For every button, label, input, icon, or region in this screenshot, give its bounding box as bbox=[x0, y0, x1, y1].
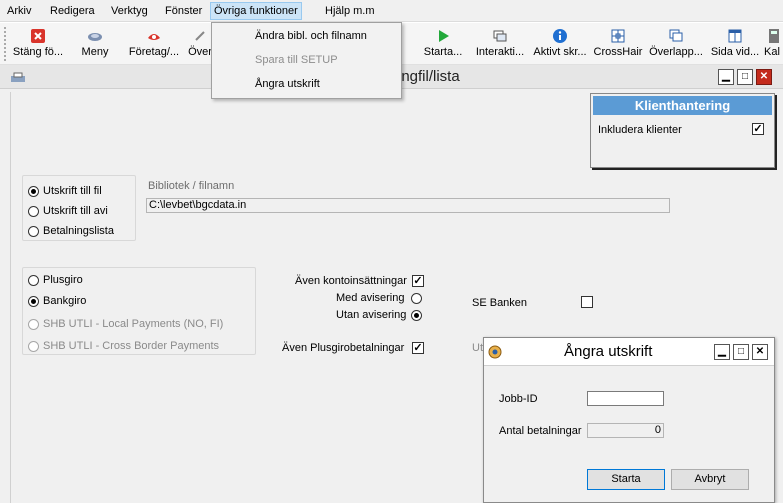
radio-utskrift-avi[interactable]: Utskrift till avi bbox=[28, 203, 108, 219]
checkmark-icon: ✓ bbox=[753, 123, 763, 135]
crosshair-icon bbox=[611, 29, 625, 43]
maximize-icon: □ bbox=[737, 346, 745, 357]
radio-dot bbox=[411, 309, 422, 321]
radio-dot bbox=[28, 205, 39, 217]
info-icon bbox=[553, 29, 567, 43]
konto-checkbox[interactable]: ✓ bbox=[412, 275, 424, 287]
klienthantering-title: Klienthantering bbox=[593, 96, 772, 115]
side-by-side-button[interactable]: Sida vid... bbox=[708, 23, 762, 65]
jobb-id-input[interactable] bbox=[587, 391, 664, 406]
radio-utan-avisering[interactable] bbox=[411, 307, 426, 323]
overview-icon bbox=[195, 31, 205, 41]
calculator-button[interactable]: Kal bbox=[764, 23, 783, 65]
minimize-icon: ▁ bbox=[722, 71, 730, 82]
plusgiro-checkbox[interactable]: ✓ bbox=[412, 342, 424, 354]
radio-dot bbox=[28, 225, 39, 237]
menu-icon bbox=[88, 33, 102, 41]
radio-dot bbox=[28, 295, 39, 307]
menu-hjalp[interactable]: Hjälp m.m bbox=[322, 3, 378, 19]
overview-button[interactable]: Över bbox=[188, 23, 212, 65]
close-button[interactable]: ✕ bbox=[756, 69, 772, 85]
maximize-icon: □ bbox=[741, 71, 749, 82]
printer-icon bbox=[11, 72, 25, 82]
overlap-icon bbox=[669, 29, 683, 42]
radio-dot bbox=[28, 340, 39, 352]
maximize-button[interactable]: □ bbox=[737, 69, 753, 85]
ovriga-funktioner-dropdown: Ändra bibl. och filnamn Spara till SETUP… bbox=[211, 22, 402, 99]
close-red-icon bbox=[31, 29, 45, 43]
se-banken-checkbox[interactable] bbox=[581, 296, 593, 308]
med-avisering-label: Med avisering bbox=[336, 292, 405, 304]
radio-med-avisering[interactable] bbox=[411, 290, 426, 306]
menu-item-andra-bibl[interactable]: Ändra bibl. och filnamn bbox=[213, 25, 400, 47]
start-button[interactable]: Starta... bbox=[418, 23, 468, 65]
include-klienter-label: Inkludera klienter bbox=[598, 124, 682, 136]
utan-avisering-label: Utan avisering bbox=[336, 309, 407, 321]
antal-betalningar-field: 0 bbox=[587, 423, 664, 438]
menu-bar: Arkiv Redigera Verktyg Fönster Övriga fu… bbox=[0, 0, 783, 22]
interactive-button[interactable]: Interakti... bbox=[472, 23, 528, 65]
radio-utskrift-fil[interactable]: Utskrift till fil bbox=[28, 183, 102, 199]
menu-item-spara-setup[interactable]: Spara till SETUP bbox=[213, 49, 400, 71]
main-window-title: ingfil/lista bbox=[398, 68, 460, 85]
app-icon bbox=[488, 345, 502, 359]
menu-fonster[interactable]: Fönster bbox=[162, 3, 205, 19]
dialog-minimize-button[interactable]: ▁ bbox=[714, 344, 730, 360]
antal-betalningar-label: Antal betalningar bbox=[499, 425, 582, 437]
play-icon bbox=[439, 30, 449, 42]
radio-dot bbox=[28, 185, 39, 197]
library-label: Bibliotek / filnamn bbox=[148, 180, 235, 192]
overlap-button[interactable]: Överlapp... bbox=[646, 23, 706, 65]
include-klienter-checkbox[interactable]: ✓ bbox=[752, 123, 764, 135]
close-icon: ✕ bbox=[759, 71, 769, 82]
radio-shb-cross-border[interactable]: SHB UTLI - Cross Border Payments bbox=[28, 338, 219, 354]
plusgiro-label: Även Plusgirobetalningar bbox=[282, 342, 405, 354]
toolbar-grip[interactable] bbox=[4, 27, 7, 61]
company-button[interactable]: Företag/... bbox=[124, 23, 184, 65]
radio-dot bbox=[28, 274, 39, 286]
dialog-close-button[interactable]: ✕ bbox=[752, 344, 768, 360]
radio-dot bbox=[28, 318, 39, 330]
side-by-side-icon bbox=[728, 29, 742, 43]
active-screen-button[interactable]: Aktivt skr... bbox=[530, 23, 590, 65]
radio-bankgiro[interactable]: Bankgiro bbox=[28, 293, 86, 309]
konto-label: Även kontoinsättningar bbox=[295, 275, 407, 287]
menu-redigera[interactable]: Redigera bbox=[47, 3, 98, 19]
menu-verktyg[interactable]: Verktyg bbox=[108, 3, 151, 19]
starta-button[interactable]: Starta bbox=[587, 469, 665, 490]
radio-dot bbox=[411, 292, 422, 304]
se-banken-label: SE Banken bbox=[472, 297, 528, 309]
minimize-button[interactable]: ▁ bbox=[718, 69, 734, 85]
menu-item-angra-utskrift[interactable]: Ångra utskrift bbox=[213, 73, 400, 95]
interactive-icon bbox=[493, 30, 507, 42]
checkmark-icon: ✓ bbox=[413, 342, 423, 354]
radio-plusgiro[interactable]: Plusgiro bbox=[28, 272, 83, 288]
jobb-id-label: Jobb-ID bbox=[499, 393, 538, 405]
library-path-field[interactable]: C:\levbet\bgcdata.in bbox=[146, 198, 670, 213]
menu-arkiv[interactable]: Arkiv bbox=[4, 3, 34, 19]
radio-betalningslista[interactable]: Betalningslista bbox=[28, 223, 114, 239]
radio-shb-local[interactable]: SHB UTLI - Local Payments (NO, FI) bbox=[28, 316, 223, 332]
calculator-icon bbox=[769, 29, 779, 43]
dialog-maximize-button[interactable]: □ bbox=[733, 344, 749, 360]
crosshair-button[interactable]: CrossHair bbox=[592, 23, 644, 65]
minimize-icon: ▁ bbox=[718, 346, 726, 357]
close-icon: ✕ bbox=[755, 346, 765, 357]
partially-hidden-label: Ut bbox=[472, 342, 483, 354]
dialog-title: Ångra utskrift bbox=[564, 343, 653, 360]
company-icon bbox=[148, 34, 160, 40]
close-window-button[interactable]: Stäng fö... bbox=[10, 23, 66, 65]
menu-ovriga-funktioner[interactable]: Övriga funktioner bbox=[210, 2, 302, 20]
checkmark-icon: ✓ bbox=[413, 275, 423, 287]
menu-button[interactable]: Meny bbox=[70, 23, 120, 65]
avbryt-button[interactable]: Avbryt bbox=[671, 469, 749, 490]
